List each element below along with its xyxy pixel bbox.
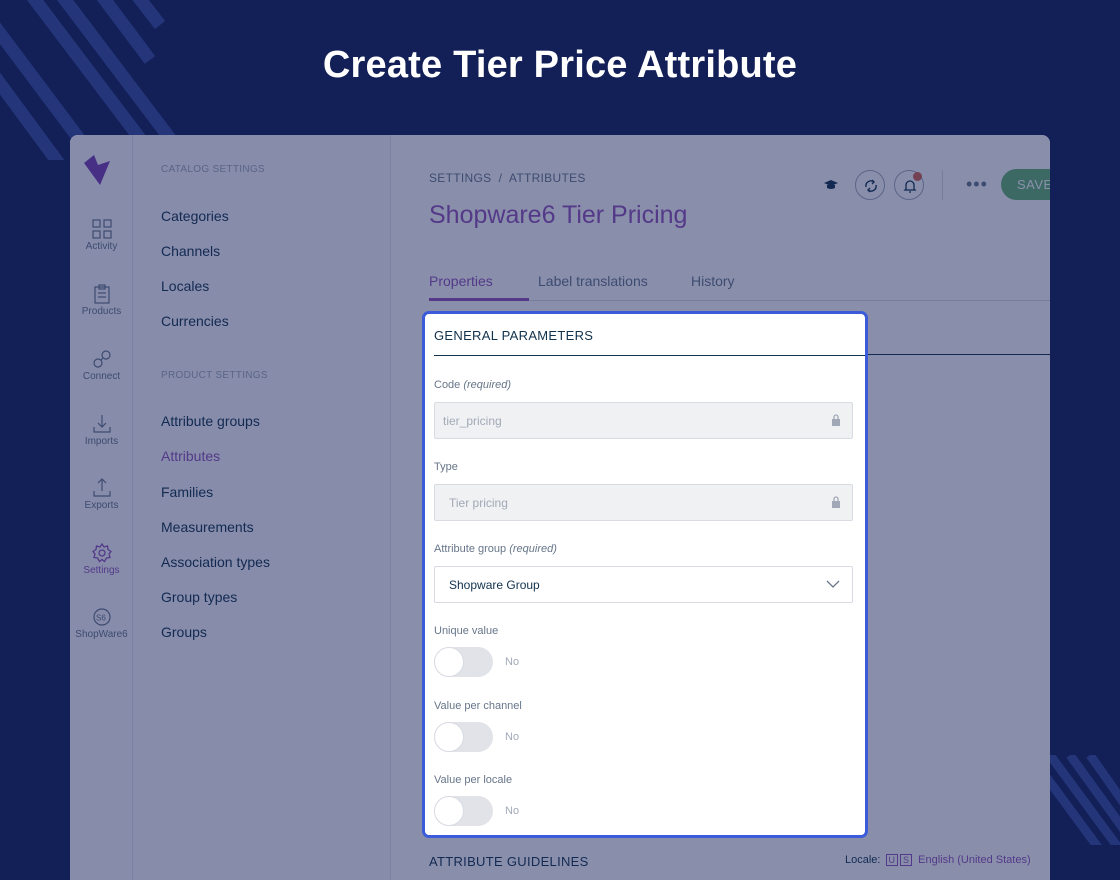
type-label: Type [434, 461, 458, 473]
code-label: Code (required) [434, 379, 511, 391]
attribute-group-required-hint: (required) [509, 543, 557, 555]
lock-icon [832, 496, 840, 508]
code-value: tier_pricing [443, 414, 502, 428]
chevron-down-icon [826, 580, 840, 588]
attribute-group-label-text: Attribute group [434, 543, 507, 555]
code-required-hint: (required) [463, 379, 512, 391]
unique-value-label: Unique value [434, 625, 499, 637]
general-parameters-panel: GENERAL PARAMETERS Code (required) tier_… [422, 311, 868, 838]
page-headline: Create Tier Price Attribute [322, 44, 798, 86]
unique-value-state: No [505, 656, 520, 668]
toggle-knob [434, 647, 464, 677]
value-per-locale-toggle[interactable] [434, 796, 493, 826]
general-parameters-title: GENERAL PARAMETERS [434, 328, 594, 343]
type-value: Tier pricing [449, 496, 508, 510]
attribute-group-value: Shopware Group [449, 578, 540, 592]
attribute-group-select[interactable]: Shopware Group [434, 566, 853, 603]
type-field[interactable]: Tier pricing [434, 484, 853, 521]
value-per-locale-label: Value per locale [434, 774, 513, 786]
code-label-text: Code [434, 379, 461, 391]
panel-divider [434, 355, 865, 356]
value-per-locale-state: No [505, 805, 520, 817]
toggle-knob [434, 796, 464, 826]
code-field[interactable]: tier_pricing [434, 402, 853, 439]
unique-value-toggle[interactable] [434, 647, 493, 677]
attribute-group-label: Attribute group (required) [434, 543, 557, 555]
value-per-channel-label: Value per channel [434, 700, 522, 712]
value-per-channel-toggle[interactable] [434, 722, 493, 752]
value-per-channel-state: No [505, 731, 520, 743]
lock-icon [832, 414, 840, 426]
toggle-knob [434, 722, 464, 752]
